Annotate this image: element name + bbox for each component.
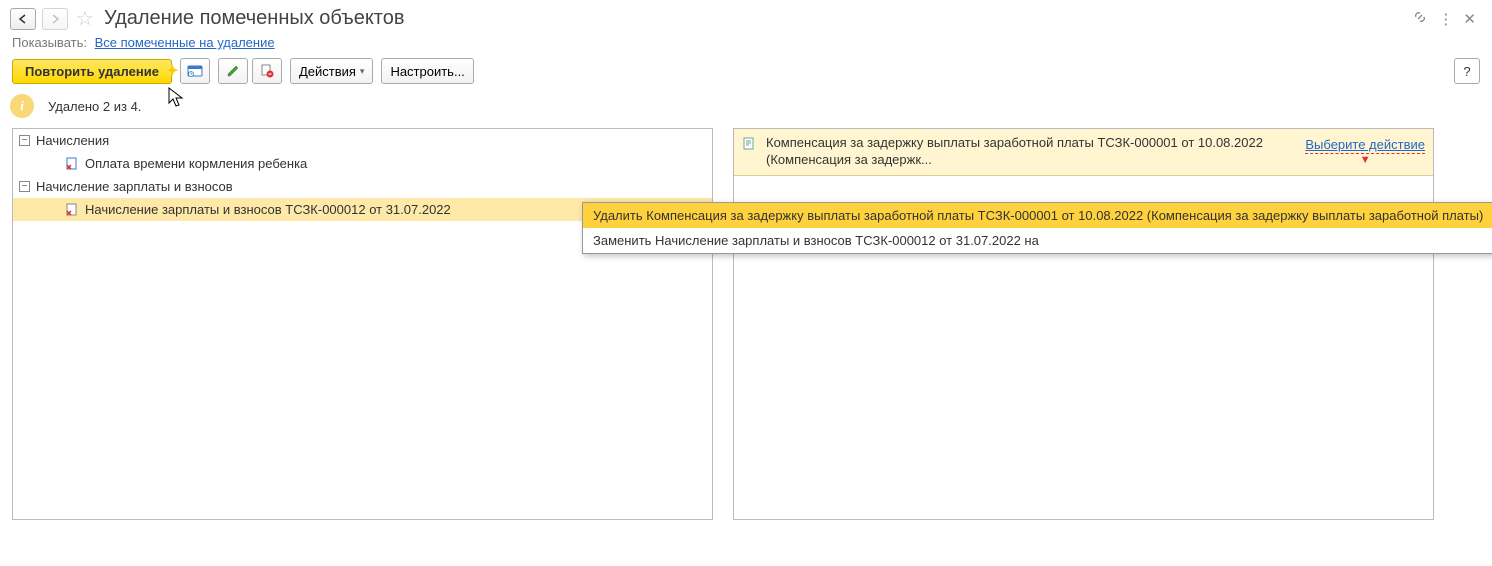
- right-header-row[interactable]: Компенсация за задержку выплаты заработн…: [734, 129, 1433, 176]
- forward-button[interactable]: [42, 8, 68, 30]
- dropdown-icon: ▾: [360, 66, 365, 77]
- cursor-icon: [168, 87, 186, 112]
- filter-label: Показывать:: [12, 35, 87, 50]
- collapse-icon[interactable]: −: [19, 181, 30, 192]
- info-message: Удалено 2 из 4.: [48, 99, 141, 114]
- info-icon: i: [10, 94, 34, 118]
- right-description: Компенсация за задержку выплаты заработн…: [766, 135, 1295, 169]
- tree-item[interactable]: Оплата времени кормления ребенка: [13, 152, 712, 175]
- configure-button[interactable]: Настроить...: [381, 58, 473, 84]
- right-panel: Компенсация за задержку выплаты заработн…: [733, 128, 1434, 520]
- doc-warn-icon: [65, 203, 79, 217]
- popup-item-replace[interactable]: Заменить Начисление зарплаты и взносов Т…: [583, 228, 1492, 253]
- collapse-icon[interactable]: −: [19, 135, 30, 146]
- close-icon[interactable]: ✕: [1463, 10, 1476, 28]
- actions-button[interactable]: Действия ▾: [290, 58, 374, 84]
- menu-dots-icon[interactable]: ⋮: [1438, 10, 1453, 28]
- schedule-button[interactable]: [180, 58, 210, 84]
- page-title: Удаление помеченных объектов: [104, 7, 405, 30]
- edit-button[interactable]: [218, 58, 248, 84]
- tree-group[interactable]: − Начисления: [13, 129, 712, 152]
- doc-warn-icon: [65, 157, 79, 171]
- back-button[interactable]: [10, 8, 36, 30]
- favorite-star-icon[interactable]: ☆: [76, 6, 94, 31]
- repeat-delete-button[interactable]: Повторить удаление ✦: [12, 59, 172, 84]
- help-button[interactable]: ?: [1454, 58, 1480, 84]
- document-icon: [742, 137, 756, 151]
- link-icon[interactable]: [1412, 9, 1428, 29]
- popup-item-delete[interactable]: Удалить Компенсация за задержку выплаты …: [583, 203, 1492, 228]
- sparkle-icon: ✦: [166, 61, 179, 81]
- action-popup: Удалить Компенсация за задержку выплаты …: [582, 202, 1492, 254]
- choose-action-link[interactable]: Выберите действие: [1305, 135, 1425, 152]
- filter-link[interactable]: Все помеченные на удаление: [95, 35, 275, 50]
- arrow-down-icon: ▼: [1360, 154, 1371, 166]
- delete-mark-button[interactable]: [252, 58, 282, 84]
- left-panel: − Начисления Оплата времени кормления ре…: [12, 128, 713, 520]
- tree-group[interactable]: − Начисление зарплаты и взносов: [13, 175, 712, 198]
